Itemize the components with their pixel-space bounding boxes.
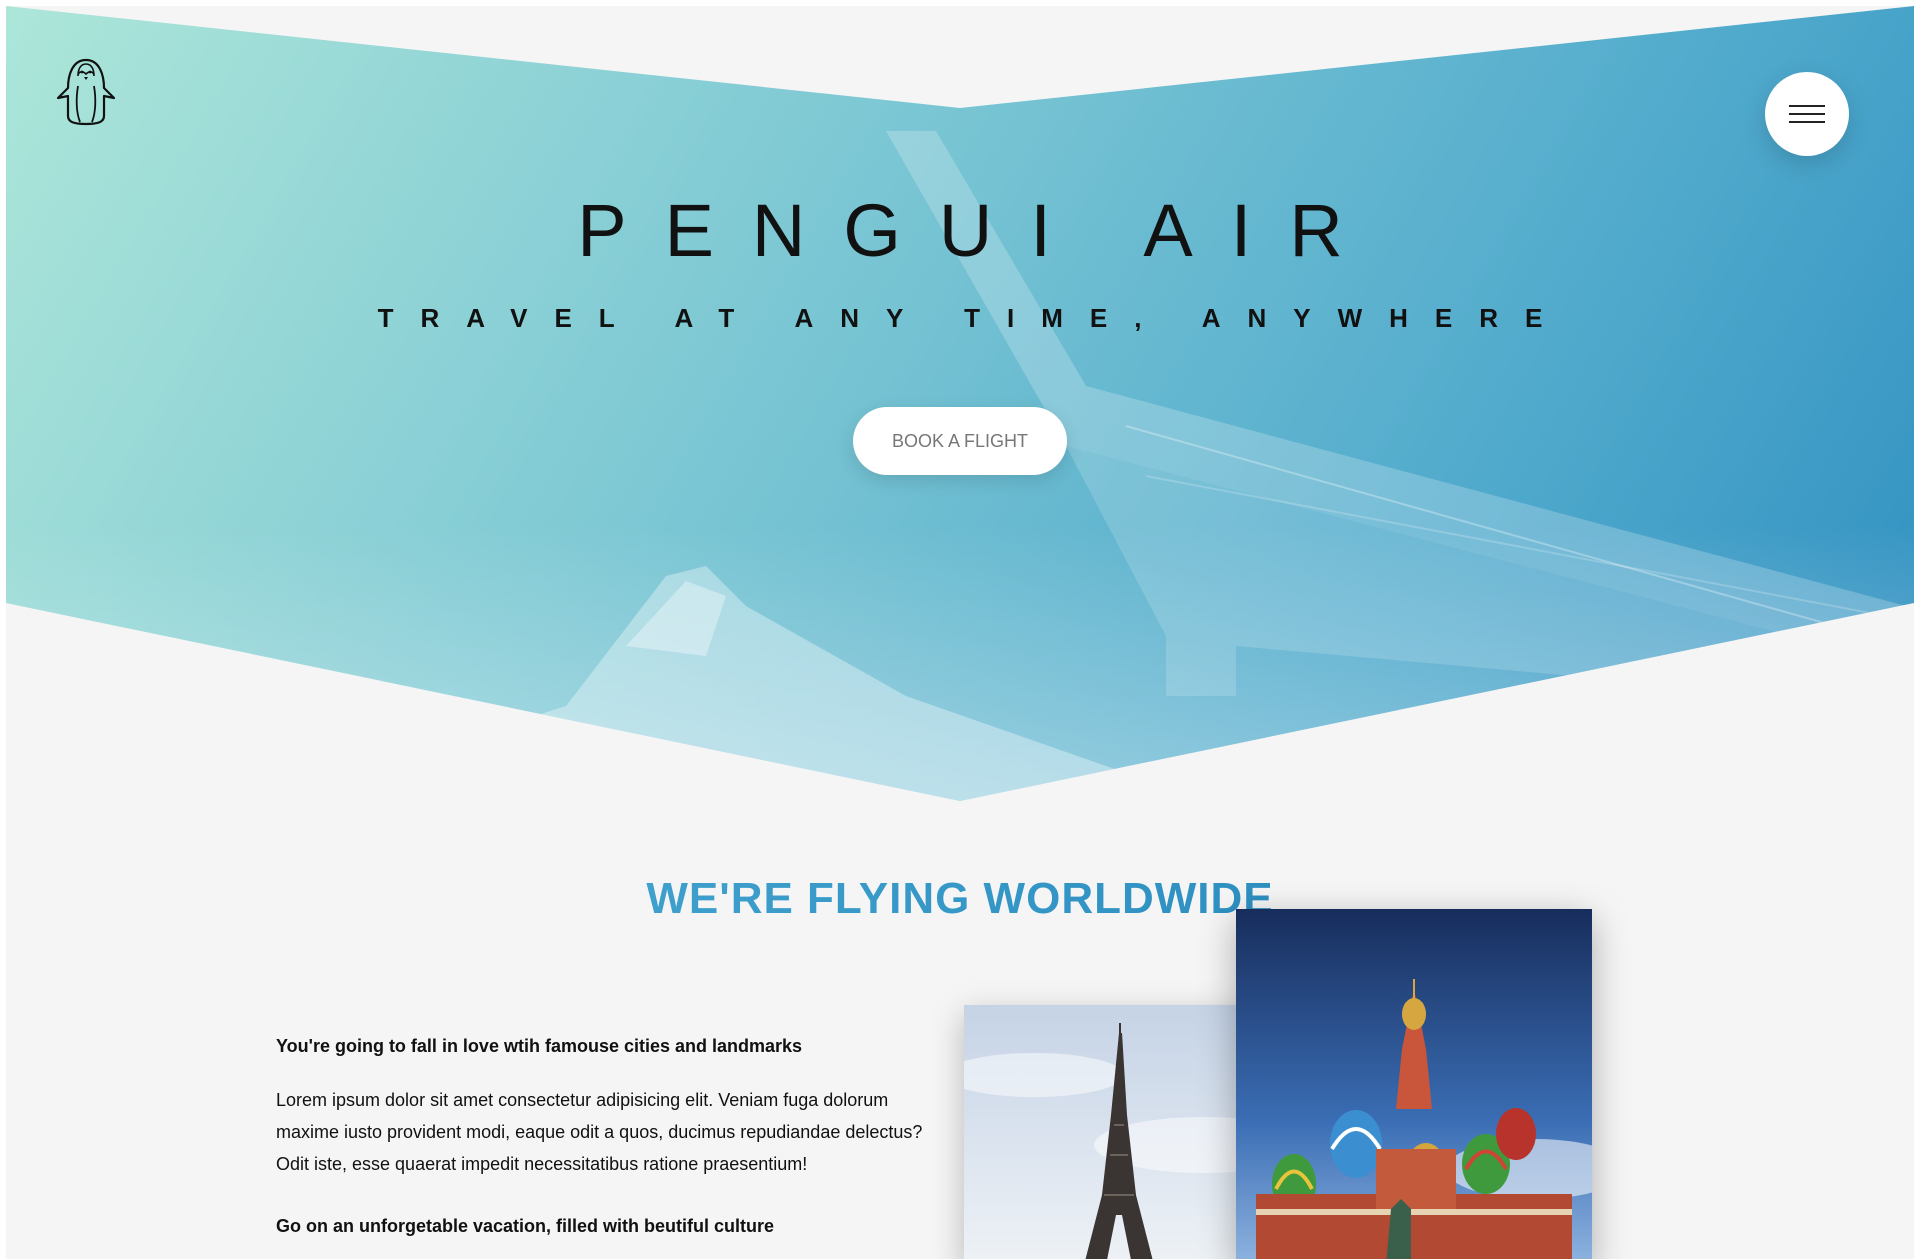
hero-tagline: TRAVEL AT ANY TIME, ANYWHERE [377, 303, 1570, 333]
feature-heading: Go on an unforgetable vacation, filled w… [276, 1216, 775, 1236]
penguin-logo-icon[interactable] [50, 54, 122, 126]
hero-background-image [6, 131, 1914, 801]
menu-line [1789, 121, 1825, 123]
section-title: WE'RE FLYING WORLDWIDE [6, 874, 1914, 924]
menu-line [1789, 113, 1825, 115]
saint-basils-cathedral-photo [1236, 909, 1592, 1259]
book-flight-button[interactable]: BOOK A FLIGHT [853, 407, 1067, 475]
hero-section: PENGUI AIR TRAVEL AT ANY TIME, ANYWHERE … [6, 6, 1914, 801]
hero-title: PENGUI AIR [577, 189, 1381, 272]
menu-line [1789, 105, 1825, 107]
feature-heading: You're going to fall in love wtih famous… [276, 1036, 803, 1056]
feature-body: Lorem ipsum dolor sit amet consectetur a… [276, 1090, 923, 1174]
page: PENGUI AIR TRAVEL AT ANY TIME, ANYWHERE … [6, 6, 1914, 1259]
eiffel-tower-photo [964, 1005, 1274, 1259]
hamburger-menu-button[interactable] [1765, 72, 1849, 156]
